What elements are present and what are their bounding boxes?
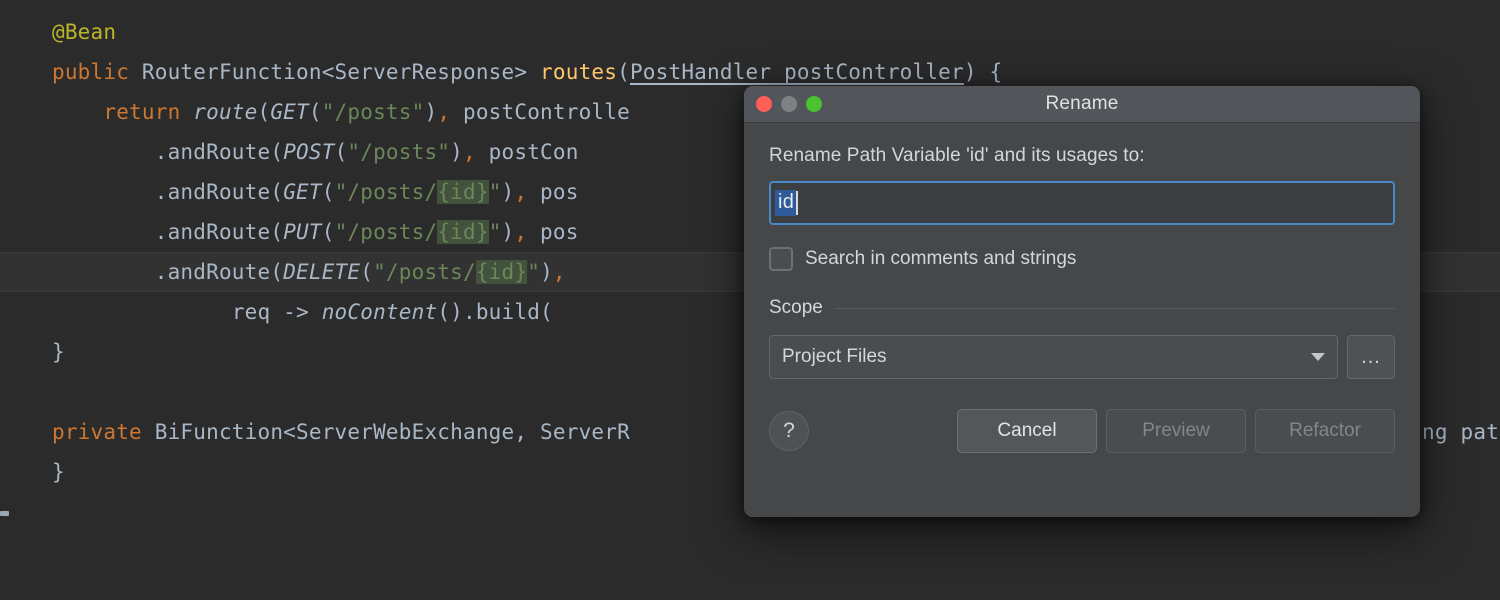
scope-more-button[interactable]: ... (1347, 335, 1395, 379)
rename-input-value: id (775, 190, 797, 216)
refactor-button[interactable]: Refactor (1255, 409, 1395, 453)
dialog-titlebar[interactable]: Rename (744, 86, 1420, 123)
code-token: {id} (437, 220, 489, 244)
code-token: return (103, 100, 194, 124)
code-token: } (52, 460, 65, 484)
code-text: private BiFunction<ServerWebExchange, Se… (0, 412, 630, 452)
code-token: "/posts/ (334, 220, 438, 244)
dialog-title: Rename (1045, 93, 1119, 114)
code-token: ( (334, 140, 348, 164)
code-token: , (514, 220, 528, 244)
code-token: postControlle (450, 100, 630, 124)
rename-input[interactable]: id (769, 181, 1395, 225)
code-token: pos (527, 220, 579, 244)
text-caret (796, 191, 799, 215)
code-text: .andRoute(GET("/posts/{id}"), pos (0, 172, 579, 212)
code-token: @Bean (52, 20, 117, 44)
code-token: postCon (475, 140, 579, 164)
search-in-comments-checkbox[interactable] (769, 247, 793, 271)
code-text: @Bean (0, 12, 116, 52)
code-token: ( (617, 60, 630, 84)
code-text: .andRoute(POST("/posts"), postCon (0, 132, 579, 172)
code-token: {id} (475, 260, 528, 284)
code-token: req -> (231, 300, 322, 324)
code-token: RouterFunction<ServerResponse> (129, 60, 541, 84)
code-token: DELETE (283, 260, 361, 284)
scope-dropdown-value: Project Files (782, 346, 887, 367)
code-text: .andRoute(PUT("/posts/{id}"), pos (0, 212, 579, 252)
code-token: BiFunction<ServerWebExchange, ServerR (141, 420, 630, 444)
code-token: , (437, 100, 451, 124)
scope-title: Scope (769, 297, 823, 318)
code-token: routes (540, 60, 618, 84)
scope-section-header: Scope (769, 297, 1395, 319)
search-in-comments-row[interactable]: Search in comments and strings (769, 247, 1395, 271)
code-token: GET (283, 180, 322, 204)
code-token: ( (360, 260, 374, 284)
code-text: .andRoute(DELETE("/posts/{id}"), (0, 252, 566, 292)
code-token: {id} (437, 180, 489, 204)
code-token: ) (501, 180, 515, 204)
gutter-marker-icon (0, 511, 9, 516)
code-text: } (0, 452, 65, 492)
code-token: , (514, 180, 528, 204)
code-token: ) { (963, 60, 1003, 84)
scope-row: Project Files ... (769, 335, 1395, 379)
code-token: pos (527, 180, 579, 204)
code-token: public (52, 60, 130, 84)
code-token: noContent (321, 300, 438, 324)
cancel-button[interactable]: Cancel (957, 409, 1097, 453)
code-token: " (488, 180, 502, 204)
code-token: PUT (283, 220, 322, 244)
help-button[interactable]: ? (769, 411, 809, 451)
code-token: ) (424, 100, 438, 124)
rename-prompt-label: Rename Path Variable 'id' and its usages… (769, 145, 1145, 166)
code-token: .andRoute( (154, 180, 284, 204)
code-token: private (52, 420, 142, 444)
code-token: .andRoute( (154, 260, 284, 284)
dialog-body: Rename Path Variable 'id' and its usages… (744, 123, 1420, 517)
code-token: .andRoute( (154, 220, 284, 244)
code-token: ( (257, 100, 271, 124)
code-text: } (0, 332, 65, 372)
code-token: } (52, 340, 65, 364)
code-token: ) (540, 260, 553, 284)
code-right-fragment: ng pat (1422, 420, 1500, 444)
preview-button[interactable]: Preview (1106, 409, 1246, 453)
code-token: , (552, 260, 566, 284)
code-token: ) (450, 140, 463, 164)
code-token: ( (321, 180, 335, 204)
search-in-comments-label: Search in comments and strings (805, 248, 1077, 269)
code-text: req -> noContent().build( (0, 292, 553, 332)
code-token: "/posts" (347, 140, 451, 164)
code-text: return route(GET("/posts"), postControll… (0, 92, 630, 132)
code-token: " (488, 220, 502, 244)
code-token: ( (308, 100, 322, 124)
code-token: ().build( (437, 300, 553, 324)
code-token: ( (321, 220, 335, 244)
code-token: " (527, 260, 541, 284)
code-token: route (193, 100, 258, 124)
code-token: ) (501, 220, 515, 244)
code-token: , (463, 140, 476, 164)
code-token: POST (283, 140, 335, 164)
line-annotation: @Bean (0, 12, 1500, 52)
code-token: GET (270, 100, 309, 124)
code-token: "/posts/ (334, 180, 438, 204)
chevron-down-icon (1311, 353, 1325, 361)
rename-dialog: Rename Rename Path Variable 'id' and its… (744, 86, 1420, 517)
code-token: "/posts" (321, 100, 425, 124)
scope-separator (834, 307, 1395, 309)
code-token: PostHandler postController (629, 60, 964, 84)
scope-dropdown[interactable]: Project Files (769, 335, 1338, 379)
code-token: "/posts/ (373, 260, 476, 284)
code-token: .andRoute( (154, 140, 284, 164)
dialog-footer: ? Cancel Preview Refactor (769, 409, 1395, 453)
screen-root: @Bean public RouterFunction<ServerRespons… (0, 0, 1500, 600)
